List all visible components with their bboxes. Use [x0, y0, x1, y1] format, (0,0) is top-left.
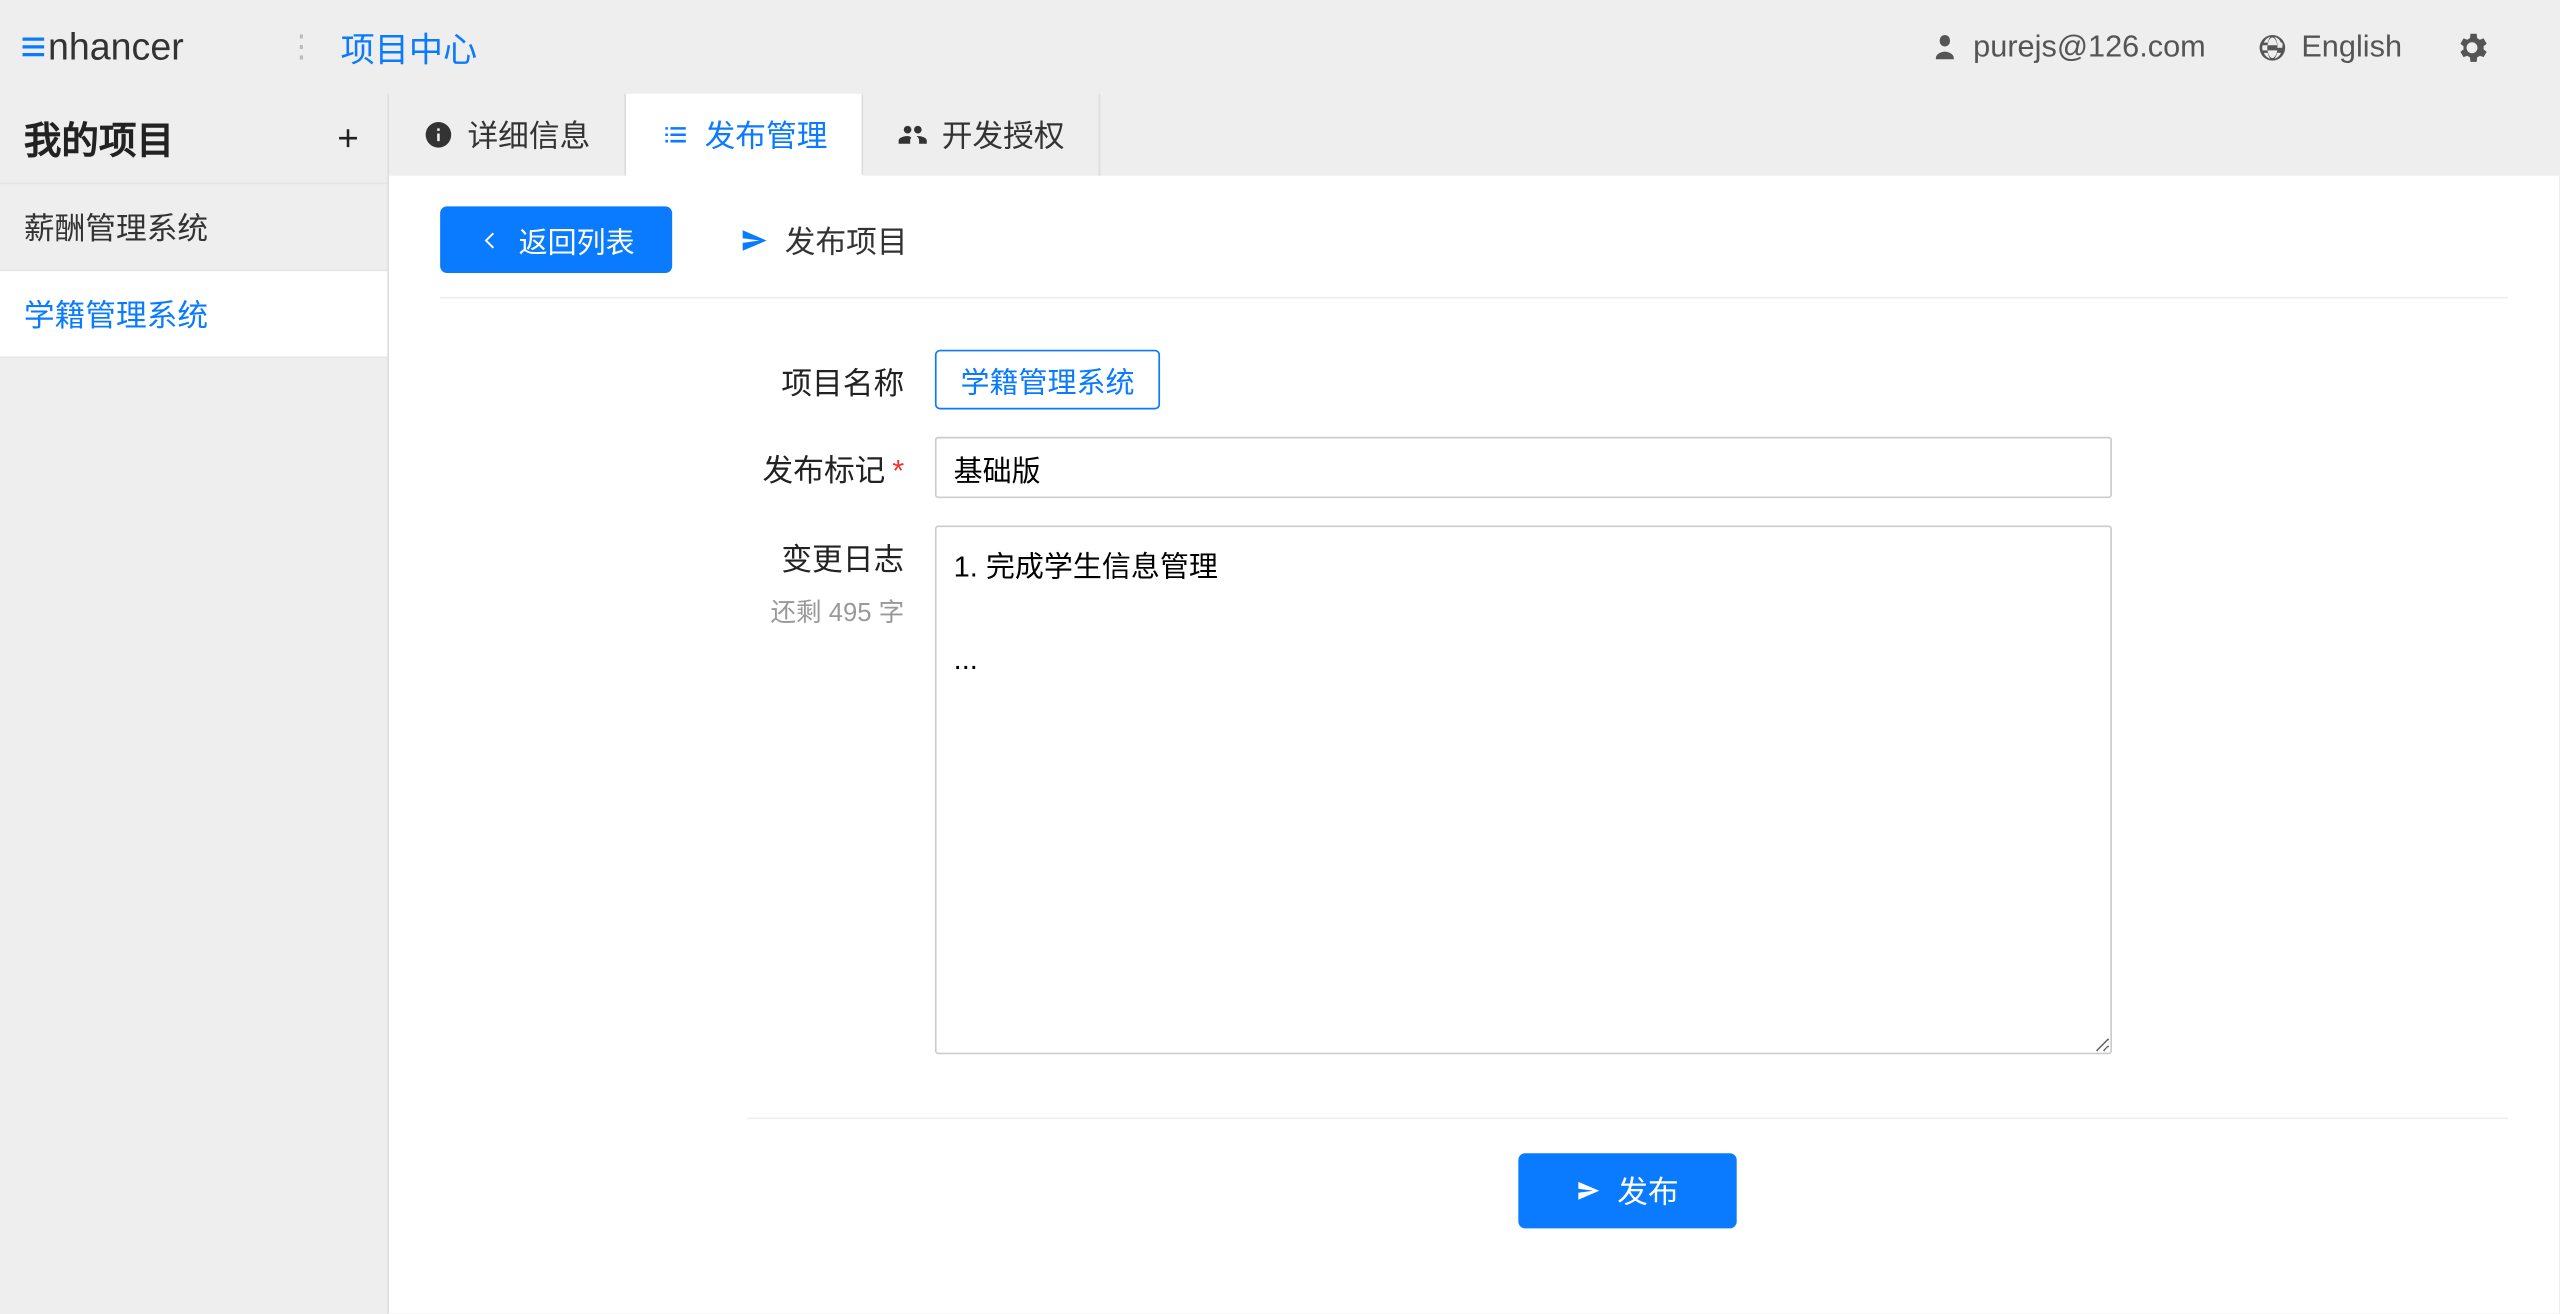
publish-label: 发布: [1617, 1169, 1678, 1213]
send-icon: [740, 226, 767, 253]
list-icon: [660, 119, 691, 150]
info-icon: [423, 119, 454, 150]
char-count-hint: 还剩 495 字: [747, 594, 904, 630]
section-heading-label: 发布项目: [785, 218, 908, 262]
action-toolbar: 返回列表 发布项目: [440, 206, 2508, 298]
app-header: ≡ nhancer ⋮ 项目中心 purejs@126.com English: [0, 0, 2559, 94]
tab-details[interactable]: 详细信息: [389, 94, 626, 176]
users-icon: [897, 119, 928, 150]
back-button[interactable]: 返回列表: [440, 206, 672, 273]
send-icon: [1576, 1179, 1600, 1203]
globe-icon: [2257, 32, 2288, 63]
label-changelog: 变更日志: [781, 543, 904, 577]
sidebar-item-project[interactable]: 学籍管理系统: [0, 271, 387, 358]
sidebar-header: 我的项目: [0, 94, 387, 184]
divider: [747, 1117, 2508, 1119]
logo-text: nhancer: [48, 25, 184, 69]
sidebar-item-project[interactable]: 薪酬管理系统: [0, 184, 387, 271]
release-tag-input[interactable]: [935, 437, 2112, 498]
app-logo[interactable]: ≡ nhancer: [17, 20, 184, 73]
sidebar: 我的项目 薪酬管理系统 学籍管理系统: [0, 94, 389, 1314]
tabs: 详细信息 发布管理 开发授权: [389, 94, 2559, 176]
language-label: English: [2301, 29, 2402, 65]
logo-mark: ≡: [20, 20, 46, 73]
tab-publish[interactable]: 发布管理: [626, 94, 863, 176]
back-label: 返回列表: [519, 218, 635, 261]
arrow-left-icon: [478, 228, 502, 252]
label-project-name: 项目名称: [781, 367, 904, 401]
tab-label: 开发授权: [942, 113, 1065, 157]
tab-label: 发布管理: [705, 112, 828, 156]
publish-button[interactable]: 发布: [1518, 1153, 1736, 1228]
required-marker: *: [892, 454, 904, 488]
sidebar-title: 我的项目: [24, 111, 174, 166]
language-menu[interactable]: English: [2257, 29, 2402, 65]
user-icon: [1929, 32, 1960, 63]
header-title[interactable]: 项目中心: [341, 22, 477, 71]
main-area: 详细信息 发布管理 开发授权 返回列表 发布项目: [389, 94, 2559, 1314]
drag-handle-icon[interactable]: ⋮: [286, 29, 313, 65]
gear-icon: [2453, 28, 2491, 66]
plus-icon[interactable]: [333, 123, 364, 154]
changelog-textarea[interactable]: [935, 525, 2112, 1054]
label-release-tag: 发布标记: [763, 454, 886, 488]
tab-auth[interactable]: 开发授权: [863, 94, 1100, 176]
project-name-badge[interactable]: 学籍管理系统: [935, 350, 1160, 410]
user-menu[interactable]: purejs@126.com: [1929, 29, 2206, 65]
user-email: purejs@126.com: [1973, 29, 2206, 65]
content-panel: 返回列表 发布项目 项目名称 学籍管理系统 发布标记*: [389, 176, 2559, 1314]
section-heading: 发布项目: [740, 218, 907, 262]
settings-button[interactable]: [2453, 28, 2491, 66]
publish-form: 项目名称 学籍管理系统 发布标记* 变更日志 还剩: [747, 350, 2508, 1067]
tab-label: 详细信息: [467, 113, 590, 157]
